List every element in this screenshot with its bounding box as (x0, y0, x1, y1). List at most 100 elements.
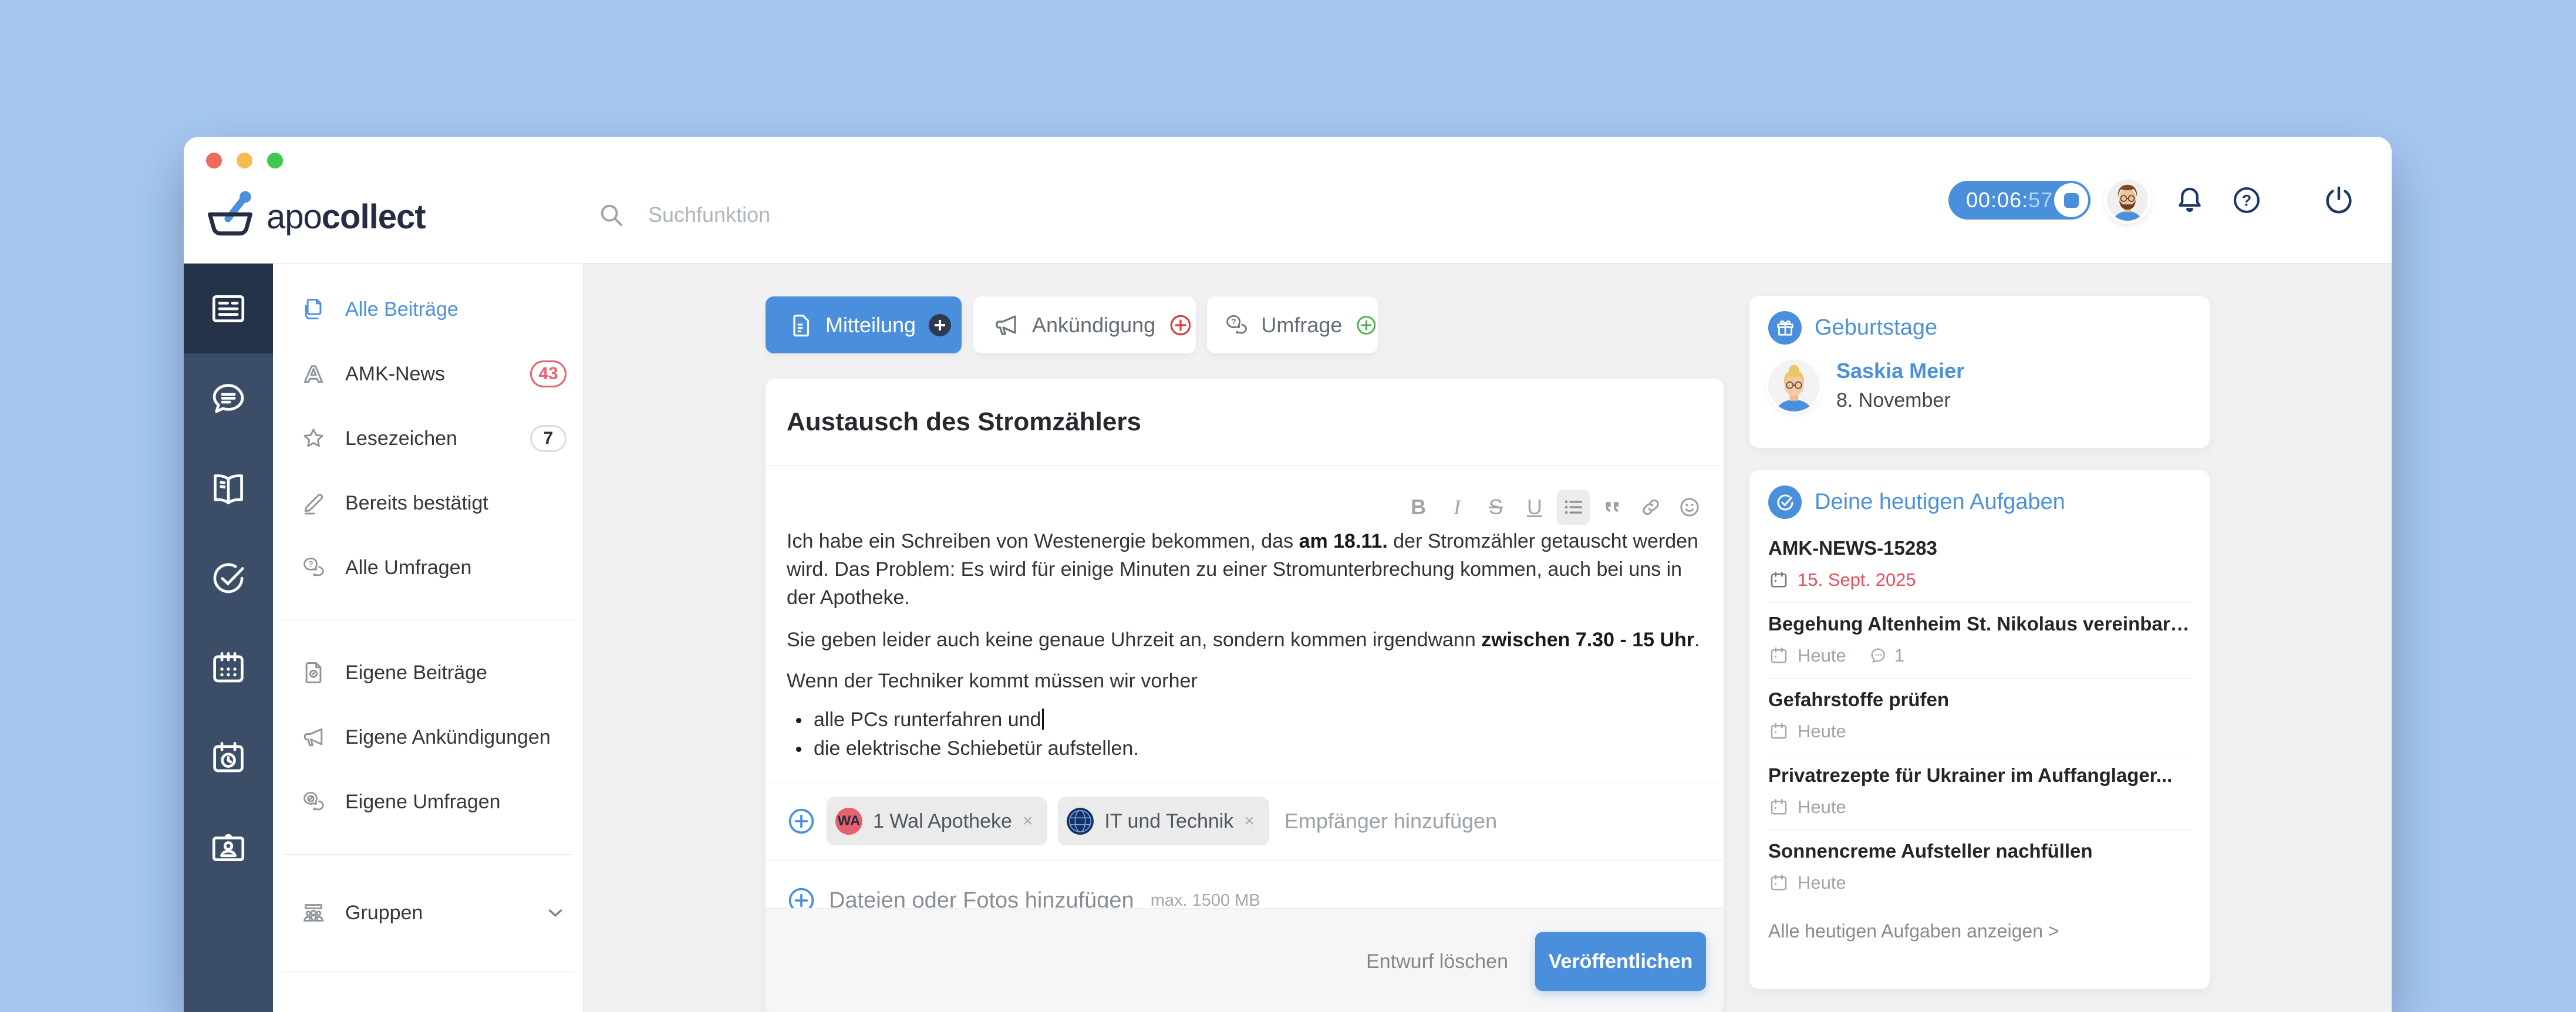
recipient-input-placeholder[interactable]: Empfänger hinzufügen (1284, 809, 1497, 834)
tab-umfrage[interactable]: ? Umfrage (1207, 296, 1378, 353)
post-title-input[interactable]: Austausch des Stromzählers (766, 379, 1724, 465)
list-item: alle PCs runterfahren und (795, 706, 1702, 734)
todays-tasks-card: Deine heutigen Aufgaben AMK-NEWS-15283 1… (1749, 470, 2210, 989)
task-title: Begehung Altenheim St. Nikolaus vereinba… (1768, 612, 2192, 636)
help-icon[interactable]: ? (2231, 185, 2262, 215)
logout-power-icon[interactable] (2323, 184, 2355, 216)
recipient-chip[interactable]: WA 1 Wal Apotheke × (827, 797, 1047, 845)
person-avatar (1768, 360, 1820, 411)
time-tracker[interactable]: 00:06:57 (1948, 181, 2091, 220)
add-recipient-button[interactable] (787, 807, 816, 836)
tab-mitteilung[interactable]: Mitteilung (766, 296, 962, 353)
tab-label: Ankündigung (1032, 313, 1155, 338)
calendar-icon (209, 649, 248, 687)
sidebar-item-label: Eigene Umfragen (345, 791, 567, 814)
rail-item-duty-plan[interactable] (184, 713, 273, 802)
blockquote-button[interactable] (1596, 490, 1628, 525)
sidebar-item-eigene-beitraege[interactable]: Eigene Beiträge (273, 640, 583, 705)
pages-icon (299, 296, 328, 322)
minimize-window-button[interactable] (237, 153, 252, 168)
link-button[interactable] (1634, 490, 1667, 525)
megaphone-icon (992, 311, 1020, 339)
app-body: Alle Beiträge AMK-News 43 (184, 264, 2392, 1012)
sidebar-item-gruppen[interactable]: Gruppen (273, 875, 583, 951)
survey-bubble-icon: ? (1223, 312, 1249, 339)
birthday-person-name[interactable]: Saskia Meier (1836, 359, 1964, 383)
remove-recipient-icon[interactable]: × (1023, 811, 1033, 831)
task-check-icon (1768, 485, 1802, 519)
sidebar-item-eigene-umfragen[interactable]: Eigene Umfragen (273, 770, 583, 834)
post-body-editor[interactable]: Ich habe ein Schreiben von Westenergie b… (787, 527, 1702, 763)
notifications-bell-icon[interactable] (2174, 184, 2206, 216)
paragraph: Ich habe ein Schreiben von Westenergie b… (787, 527, 1702, 612)
timer-stop-button[interactable] (2054, 183, 2088, 217)
sidebar-item-label: Alle Beiträge (345, 298, 567, 321)
sidebar-item-amk-news[interactable]: AMK-News 43 (273, 342, 583, 406)
sidebar-item-label: Gruppen (345, 902, 544, 925)
check-circle-icon (209, 559, 248, 598)
underline-button[interactable]: U (1518, 490, 1551, 525)
sidebar-item-label: Alle Umfragen (345, 556, 567, 579)
task-due-date: Heute (1798, 872, 1846, 893)
birthday-entry[interactable]: Saskia Meier 8. November (1749, 345, 2210, 412)
birthdays-title: Geburtstage (1815, 315, 1937, 340)
rail-item-handbook[interactable] (184, 443, 273, 533)
task-row[interactable]: Begehung Altenheim St. Nikolaus vereinba… (1768, 603, 2192, 679)
calendar-icon (1768, 872, 1789, 893)
rail-item-chat[interactable] (184, 353, 273, 443)
close-window-button[interactable] (206, 153, 222, 168)
sidebar-item-standorte[interactable]: Standorte (273, 991, 583, 1012)
note-icon (787, 312, 814, 339)
emoji-button[interactable] (1673, 490, 1706, 525)
chat-bubble-icon (209, 379, 248, 418)
tab-label: Mitteilung (825, 313, 916, 338)
chevron-down-icon (544, 902, 567, 924)
window-controls (206, 153, 283, 168)
task-meta: 15. Sept. 2025 (1768, 569, 2192, 591)
sidebar-item-alle-beitraege[interactable]: Alle Beiträge (273, 277, 583, 342)
birthdays-card: Geburtstage (1749, 296, 2210, 448)
rail-item-contacts[interactable] (184, 802, 273, 892)
attachments-size-hint: max. 1500 MB (1151, 891, 1260, 910)
sidebar-item-lesezeichen[interactable]: Lesezeichen 7 (273, 406, 583, 471)
divider (766, 465, 1724, 466)
global-search[interactable]: Suchfunktion (598, 201, 770, 228)
publish-button[interactable]: Veröffentlichen (1535, 932, 1706, 991)
comment-count: 1 (1869, 645, 1904, 666)
richtext-toolbar: B I S U (766, 490, 1706, 525)
task-due-date: Heute (1798, 721, 1846, 742)
task-title: Gefahrstoffe prüfen (1768, 688, 2192, 711)
delete-draft-button[interactable]: Entwurf löschen (1366, 950, 1508, 973)
id-card-icon (209, 828, 248, 867)
italic-button[interactable]: I (1441, 490, 1474, 525)
show-all-tasks-link[interactable]: Alle heutigen Aufgaben anzeigen > (1749, 905, 2210, 957)
search-icon (598, 201, 625, 228)
sidebar-item-eigene-ankuendigungen[interactable]: Eigene Ankündigungen (273, 705, 583, 770)
logo-wordmark: apocollect (267, 197, 426, 237)
calendar-icon (1768, 569, 1789, 591)
group-avatar: WA (835, 808, 862, 835)
recipient-chip[interactable]: IT und Technik × (1058, 797, 1269, 845)
megaphone-icon (299, 724, 328, 750)
task-row[interactable]: AMK-NEWS-15283 15. Sept. 2025 (1768, 527, 2192, 603)
gift-icon (1768, 311, 1802, 345)
rail-item-calendar[interactable] (184, 623, 273, 713)
rail-item-feed[interactable] (184, 264, 273, 353)
rail-item-confirmations[interactable] (184, 533, 273, 623)
bold-button[interactable]: B (1402, 490, 1435, 525)
task-meta: Heute (1768, 721, 2192, 742)
bullet-list-button[interactable] (1557, 490, 1590, 525)
sidebar-item-alle-umfragen[interactable]: ? Alle Umfragen (273, 535, 583, 600)
zoom-window-button[interactable] (267, 153, 283, 168)
task-due-date: Heute (1798, 797, 1846, 818)
task-row[interactable]: Gefahrstoffe prüfen Heute (1768, 679, 2192, 754)
sidebar-item-bereits-bestaetigt[interactable]: Bereits bestätigt (273, 471, 583, 535)
remove-recipient-icon[interactable]: × (1244, 811, 1255, 831)
task-title: Privatrezepte für Ukrainer im Auffanglag… (1768, 764, 2192, 787)
strikethrough-button[interactable]: S (1479, 490, 1512, 525)
sidebar-item-label: Eigene Ankündigungen (345, 726, 567, 749)
task-row[interactable]: Privatrezepte für Ukrainer im Auffanglag… (1768, 754, 2192, 830)
task-row[interactable]: Sonnencreme Aufsteller nachfüllen Heute (1768, 830, 2192, 905)
user-avatar[interactable] (2107, 180, 2148, 221)
tab-ankuendigung[interactable]: Ankündigung (973, 296, 1196, 353)
